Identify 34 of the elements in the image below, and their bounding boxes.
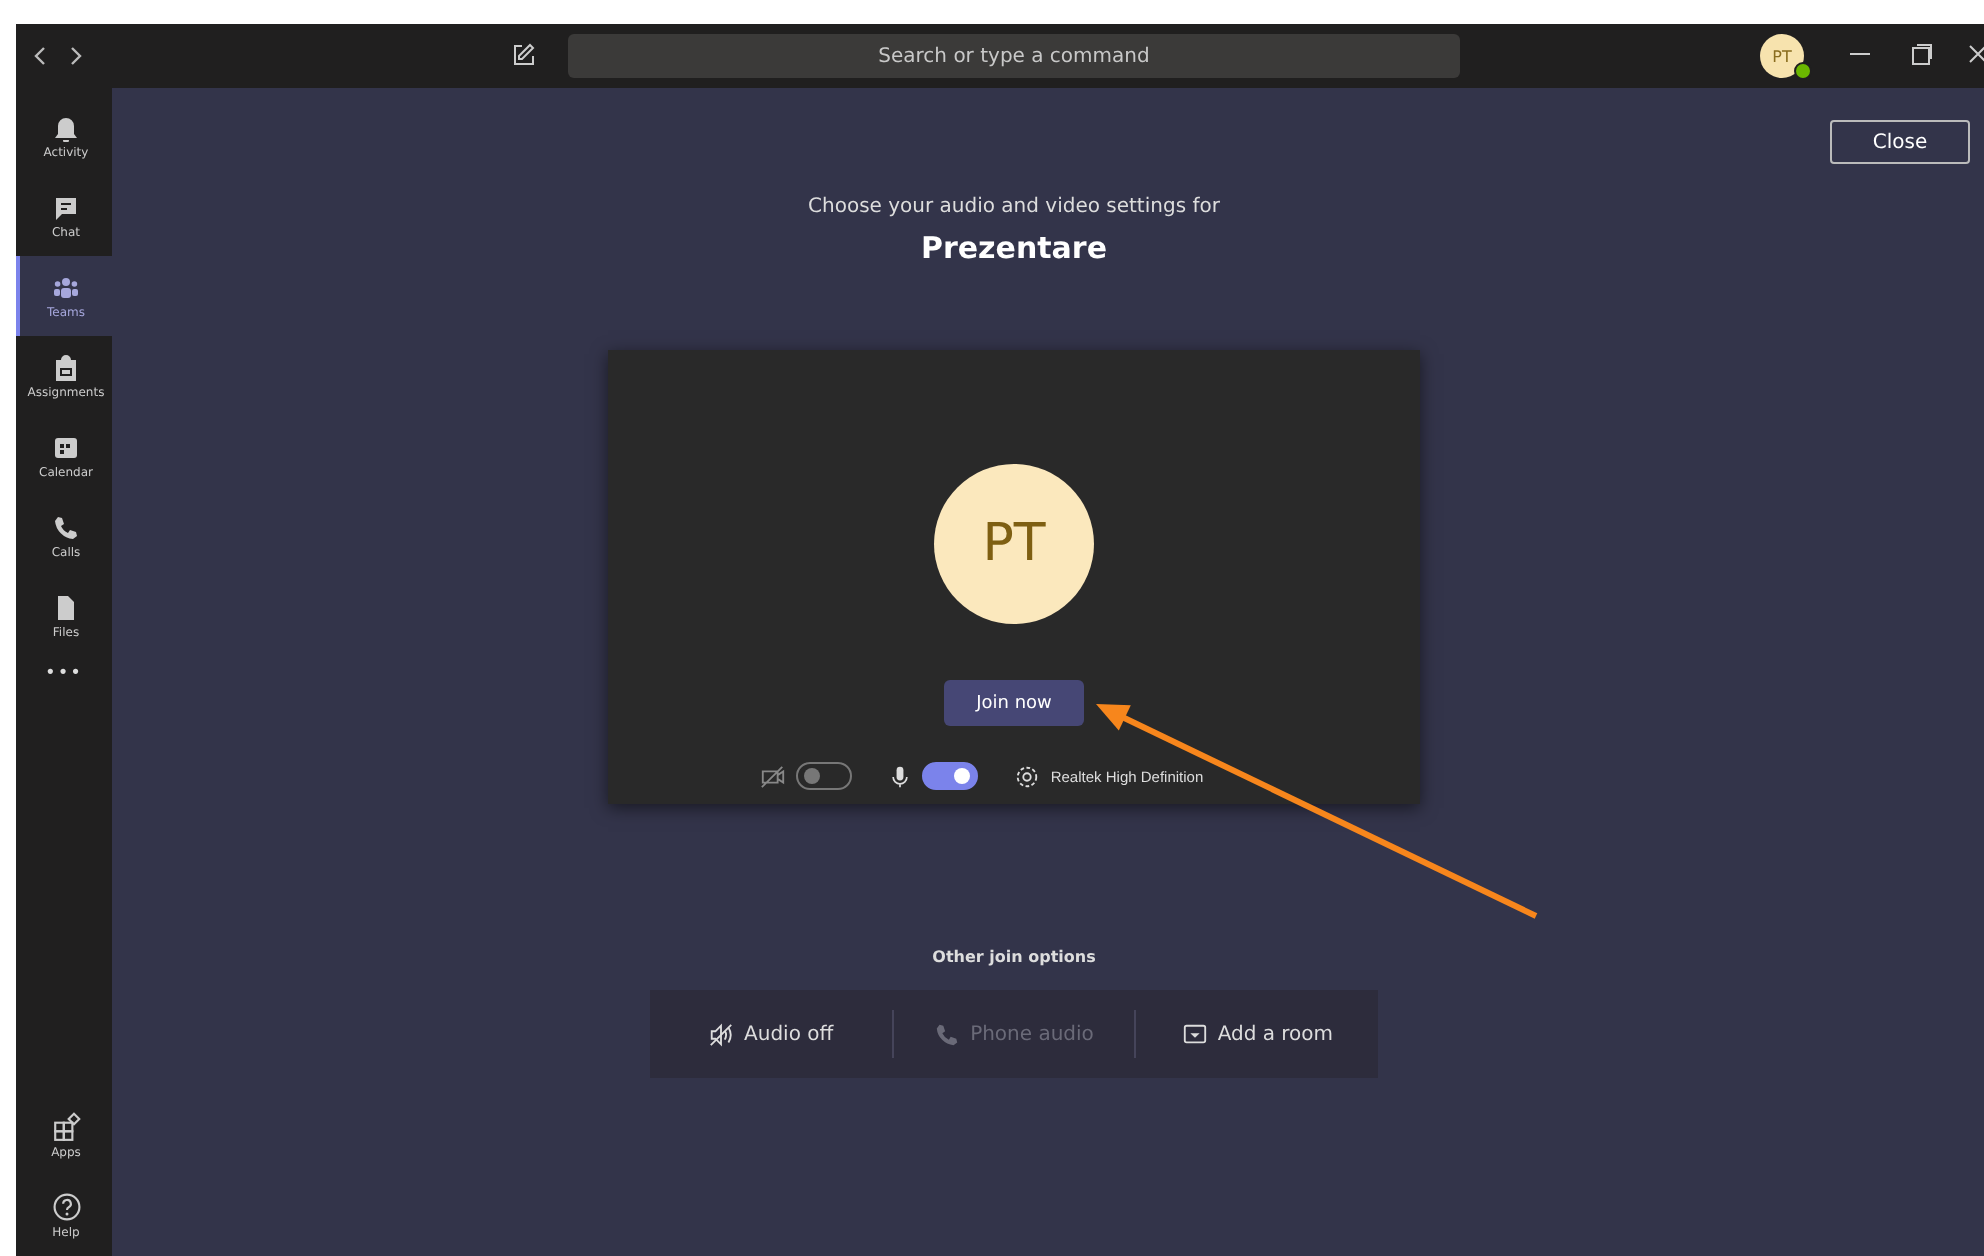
avatar: PT xyxy=(934,464,1094,624)
prompt-text: Choose your audio and video settings for xyxy=(808,196,1220,218)
screen-icon xyxy=(1181,1021,1208,1047)
join-option[interactable]: Audio off xyxy=(650,1021,892,1047)
close-icon[interactable] xyxy=(1968,42,1984,66)
microphone-icon xyxy=(888,763,913,789)
rail-icon xyxy=(52,513,80,541)
section-title: Other join options xyxy=(932,948,1096,966)
speaker-off-icon xyxy=(708,1021,735,1047)
camera-toggle[interactable] xyxy=(796,762,853,790)
rail-icon xyxy=(52,273,80,301)
help-icon xyxy=(51,1192,81,1222)
join-option[interactable]: Add a room xyxy=(1136,1021,1379,1047)
forward-icon[interactable] xyxy=(70,46,84,66)
rail-icon xyxy=(52,593,80,621)
compose-icon[interactable] xyxy=(512,42,536,66)
back-icon[interactable] xyxy=(32,46,46,66)
rail-icon xyxy=(52,433,80,461)
more-icon[interactable]: ••• xyxy=(16,664,112,684)
close-button[interactable]: Close xyxy=(1830,120,1970,164)
rail-icon xyxy=(52,113,80,141)
search-field[interactable]: Search or type a command xyxy=(568,34,1460,78)
join-button[interactable]: Join now xyxy=(944,680,1084,726)
microphone-toggle[interactable] xyxy=(922,762,979,790)
phone-icon xyxy=(934,1021,961,1047)
camera-off-icon xyxy=(760,763,787,789)
rail-icon xyxy=(52,353,80,381)
rail-icon xyxy=(52,193,80,221)
meeting-title: Prezentare xyxy=(920,230,1107,266)
maximize-icon[interactable] xyxy=(1910,42,1934,66)
avatar[interactable]: PT xyxy=(1760,34,1804,78)
grid-icon xyxy=(51,1112,81,1142)
settings-icon[interactable] xyxy=(1014,763,1041,789)
status-dot xyxy=(1794,62,1812,80)
